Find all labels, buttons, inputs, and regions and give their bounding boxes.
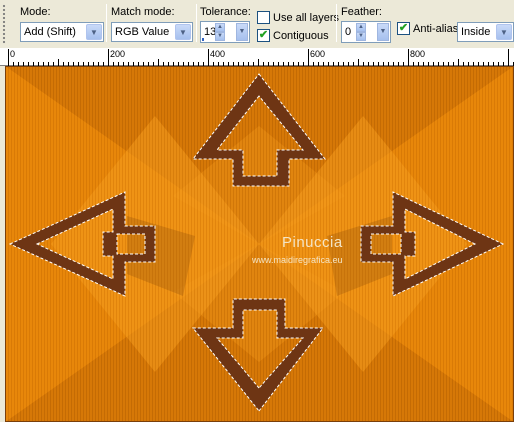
spin-up-icon[interactable]: ▲ [356,23,366,32]
use-all-layers-checkbox[interactable] [257,11,270,24]
watermark-title: Pinuccia [282,234,343,251]
ruler-ticks [8,49,514,66]
ruler-mark: 200 [110,49,126,59]
chevron-down-icon[interactable]: ▼ [236,23,248,41]
match-mode-select[interactable]: RGB Value ▼ [111,22,193,42]
horizontal-ruler: 0 200 400 600 800 [0,48,514,66]
chevron-down-icon[interactable]: ▼ [377,23,389,41]
mode-select[interactable]: Add (Shift) ▼ [20,22,104,42]
tolerance-label: Tolerance: [200,6,251,18]
feather-value: 0 [345,26,352,38]
anti-alias-checkbox[interactable]: ✔ [397,22,410,35]
spin-arrows-icon[interactable]: ▲ ▼ [215,23,235,41]
ruler-mark: 400 [210,49,226,59]
mode-label: Mode: [20,6,51,18]
chevron-down-icon[interactable]: ▼ [175,24,191,40]
ruler-mark: 600 [310,49,326,59]
ruler-mark: 800 [410,49,426,59]
match-mode-label: Match mode: [111,6,175,18]
match-mode-value: RGB Value [115,26,170,38]
separator [196,4,197,42]
check-icon: ✔ [258,29,269,41]
chevron-down-icon[interactable]: ▼ [496,24,512,40]
canvas-image[interactable] [5,66,514,422]
spin-down-icon[interactable]: ▼ [356,32,366,41]
tool-options-toolbar: Mode: Add (Shift) ▼ Match mode: RGB Valu… [0,0,514,48]
feather-label: Feather: [341,6,382,18]
anti-alias-mode-select[interactable]: Inside ▼ [457,22,514,42]
contiguous-checkbox[interactable]: ✔ [257,29,270,42]
contiguous-label: Contiguous [273,30,329,42]
spin-arrows-icon[interactable]: ▲ ▼ [356,23,376,41]
feather-spinbox[interactable]: 0 ▲ ▼ ▼ [341,21,391,43]
tolerance-slider-indicator [202,38,204,41]
tolerance-spinbox[interactable]: 13 ▲ ▼ ▼ [200,21,250,43]
anti-alias-label: Anti-alias [413,23,459,35]
use-all-layers-label: Use all layers [273,12,340,24]
chevron-down-icon[interactable]: ▼ [86,24,102,40]
watermark-url: www.maidiregrafica.eu [252,255,343,265]
image-canvas[interactable]: Pinuccia www.maidiregrafica.eu [0,66,514,422]
mode-value: Add (Shift) [24,26,76,38]
spin-up-icon[interactable]: ▲ [215,23,225,32]
anti-alias-mode-value: Inside [461,26,491,38]
separator [336,4,337,42]
ruler-mark: 0 [10,49,16,59]
spin-down-icon[interactable]: ▼ [215,32,225,41]
check-icon: ✔ [398,22,409,34]
separator [106,4,107,42]
toolbar-grip[interactable] [2,4,6,44]
